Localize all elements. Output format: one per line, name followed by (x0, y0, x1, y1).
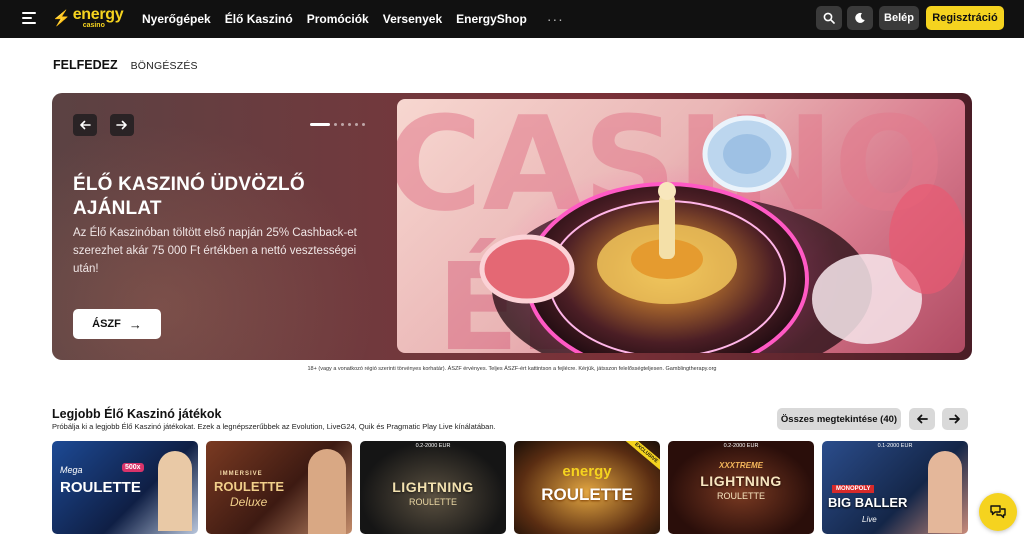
arrow-left-icon (917, 414, 928, 424)
chat-icon (990, 505, 1006, 519)
hero-title: ÉLŐ KASZINÓ ÜDVÖZLŐ AJÁNLAT (73, 174, 305, 219)
game-card-mega-roulette[interactable]: Mega 500x ROULETTE (52, 441, 198, 534)
pagination-dot[interactable] (362, 123, 365, 126)
search-button[interactable] (816, 6, 842, 30)
game-subtitle: MONOPOLY (832, 485, 875, 493)
game-title: ROULETTE (541, 485, 633, 504)
terms-button[interactable]: ÁSZF → (73, 309, 161, 339)
view-all-button[interactable]: Összes megtekintése (40) (777, 408, 901, 430)
games-carousel: Mega 500x ROULETTE IMMERSIVE ROULETTE De… (52, 441, 968, 534)
moon-icon (855, 12, 865, 23)
game-subtitle: energy (562, 463, 612, 480)
game-card-xxxtreme-lightning-roulette[interactable]: 0.2-2000 EUR XXXTREME LIGHTNING ROULETTE (668, 441, 814, 534)
bet-range: 0.2-2000 EUR (415, 443, 451, 449)
hero-banner: ÉLŐ KASZINÓ ÜDVÖZLŐ AJÁNLAT Az Élő Kaszi… (52, 93, 972, 360)
tab-browse[interactable]: BÖNGÉSZÉS (131, 60, 198, 72)
tab-explore[interactable]: FELFEDEZ (53, 58, 118, 72)
bet-range: 0.1-2000 EUR (877, 443, 913, 449)
pagination-dot[interactable] (348, 123, 351, 126)
main-nav: Nyerőgépek Élő Kaszinó Promóciók Verseny… (142, 0, 564, 38)
section-subtitle: Próbálja ki a legjobb Élő Kaszinó játéko… (52, 422, 496, 431)
game-subtitle: Deluxe (230, 495, 268, 509)
game-card-energy-roulette[interactable]: EXCLUSIVE energy ROULETTE (514, 441, 660, 534)
dealer-image (928, 451, 962, 533)
arrow-left-icon (80, 120, 91, 130)
chat-support-button[interactable] (979, 493, 1017, 531)
lightning-icon: ⚡ (52, 9, 71, 27)
game-badge: 500x (122, 463, 144, 472)
energy-casino-logo[interactable]: ⚡ energy casino (52, 6, 124, 30)
dark-mode-toggle[interactable] (847, 6, 873, 30)
dealer-image (158, 451, 192, 531)
arrow-right-icon (116, 120, 127, 130)
game-card-lightning-roulette[interactable]: 0.2-2000 EUR LIGHTNING ROULETTE (360, 441, 506, 534)
search-icon (823, 12, 835, 24)
game-card-monopoly-big-baller[interactable]: 0.1-2000 EUR MONOPOLY BIG BALLER Live (822, 441, 968, 534)
game-subtitle: ROULETTE (716, 491, 765, 501)
register-button[interactable]: Regisztráció (926, 6, 1004, 30)
game-badge: IMMERSIVE (220, 471, 263, 477)
hero-description: Az Élő Kaszinóban töltött első napján 25… (73, 227, 357, 275)
more-menu-icon[interactable]: ··· (547, 11, 564, 27)
logo-main-text: energy (72, 6, 124, 23)
nav-item-slots[interactable]: Nyerőgépek (142, 12, 211, 26)
terms-button-label: ÁSZF (92, 318, 121, 330)
arrow-right-icon: → (128, 316, 142, 332)
nav-item-energyshop[interactable]: EnergyShop (456, 12, 527, 26)
menu-icon[interactable] (22, 12, 36, 24)
hero-pagination (310, 123, 365, 126)
hero-next-button[interactable] (110, 114, 134, 136)
game-title: ROULETTE (60, 479, 141, 496)
legal-disclaimer: 18+ (vagy a vonatkozó régió szerinti tör… (307, 366, 717, 372)
nav-item-live-casino[interactable]: Élő Kaszinó (225, 12, 293, 26)
game-title: BIG BALLER (828, 495, 908, 510)
game-badge: Live (862, 515, 877, 524)
bet-range: 0.2-2000 EUR (723, 443, 759, 449)
hero-roulette-image[interactable]: CASINO ÉLŐ (397, 99, 965, 353)
arrow-right-icon (949, 414, 960, 424)
game-subtitle: ROULETTE (408, 497, 457, 507)
pagination-dot[interactable] (334, 123, 337, 126)
dealer-image (308, 449, 346, 534)
game-title: ROULETTE (214, 479, 285, 494)
games-prev-button[interactable] (909, 408, 935, 430)
pagination-dot[interactable] (341, 123, 344, 126)
game-title: LIGHTNING (700, 473, 782, 489)
pagination-dot[interactable] (355, 123, 358, 126)
logo-sub-text: casino (82, 22, 105, 29)
section-tabs: FELFEDEZ BÖNGÉSZÉS (53, 58, 198, 72)
nav-item-promotions[interactable]: Promóciók (307, 12, 369, 26)
pagination-dot-active[interactable] (310, 123, 330, 126)
game-title: LIGHTNING (392, 479, 474, 495)
roulette-illustration: CASINO ÉLŐ (397, 99, 965, 353)
section-title: Legjobb Élő Kaszinó játékok (52, 407, 222, 421)
game-badge: XXXTREME (718, 461, 763, 470)
game-subtitle: Mega (60, 465, 83, 475)
games-next-button[interactable] (942, 408, 968, 430)
game-card-immersive-roulette-deluxe[interactable]: IMMERSIVE ROULETTE Deluxe (206, 441, 352, 534)
hero-prev-button[interactable] (73, 114, 97, 136)
login-button[interactable]: Belép (879, 6, 919, 30)
nav-item-tournaments[interactable]: Versenyek (383, 12, 442, 26)
top-navigation-bar: ⚡ energy casino Nyerőgépek Élő Kaszinó P… (0, 0, 1024, 38)
